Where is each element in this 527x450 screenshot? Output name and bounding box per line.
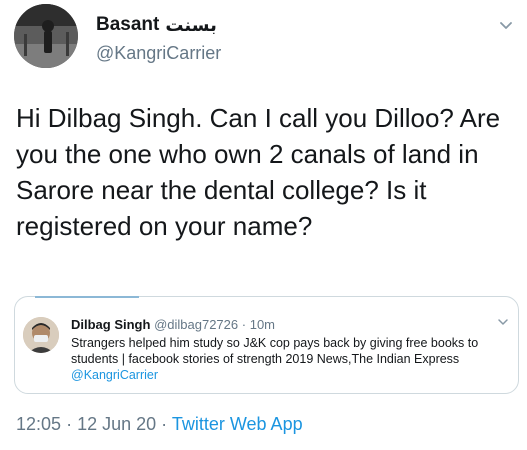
- quoted-text-block: Strangers helped him study so J&K cop pa…: [71, 335, 511, 383]
- quoted-text: Strangers helped him study so J&K cop pa…: [71, 336, 479, 366]
- meta-separator: ·: [66, 414, 73, 434]
- tweet-menu-button[interactable]: [495, 14, 517, 36]
- tweet-card: Basant بسنت @KangriCarrier Hi Dilbag Sin…: [0, 0, 527, 450]
- quoted-display-name[interactable]: Dilbag Singh: [71, 317, 150, 332]
- author-display-name-alt: بسنت: [165, 14, 217, 35]
- quoted-mention[interactable]: @KangriCarrier: [71, 368, 158, 382]
- author-name-row: Basant بسنت: [96, 14, 217, 36]
- meta-separator: ·: [161, 414, 168, 434]
- tweet-date[interactable]: 12 Jun 20: [77, 414, 156, 434]
- author-display-name[interactable]: Basant: [96, 14, 159, 36]
- avatar-image: [14, 4, 78, 68]
- tweet-meta: 12:05 · 12 Jun 20 · Twitter Web App: [16, 414, 303, 435]
- author-handle[interactable]: @KangriCarrier: [96, 43, 221, 64]
- chevron-down-icon: [498, 319, 508, 325]
- quoted-avatar-image: [23, 317, 59, 353]
- author-avatar[interactable]: [14, 4, 78, 68]
- quoted-tweet[interactable]: Dilbag Singh @dilbag72726 · 10m Stranger…: [14, 296, 519, 394]
- quote-accent-line: [35, 296, 139, 298]
- quoted-header: Dilbag Singh @dilbag72726 · 10m: [71, 317, 275, 332]
- quoted-avatar[interactable]: [23, 317, 59, 353]
- quoted-time[interactable]: 10m: [250, 317, 275, 332]
- quoted-handle[interactable]: @dilbag72726: [154, 317, 238, 332]
- quoted-menu-button[interactable]: [496, 315, 510, 329]
- tweet-time[interactable]: 12:05: [16, 414, 61, 434]
- tweet-source-app[interactable]: Twitter Web App: [172, 414, 303, 434]
- quoted-separator: ·: [241, 317, 247, 332]
- tweet-text: Hi Dilbag Singh. Can I call you Dilloo? …: [16, 103, 501, 241]
- chevron-down-icon: [500, 22, 512, 29]
